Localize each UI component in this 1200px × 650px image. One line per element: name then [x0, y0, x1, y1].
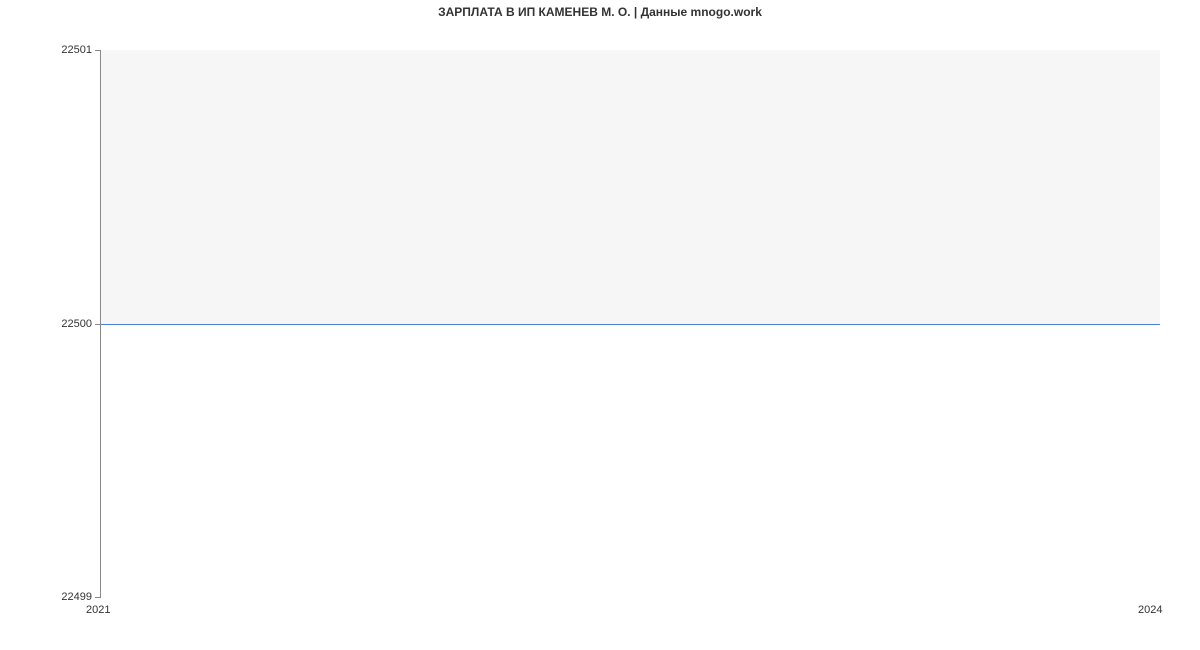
grid-band-lower: [101, 324, 1160, 598]
plot-area: [100, 50, 1160, 598]
x-axis-label: 2024: [1138, 604, 1162, 616]
y-tick: [95, 597, 100, 598]
chart-container: ЗАРПЛАТА В ИП КАМЕНЕВ М. О. | Данные mno…: [0, 0, 1200, 650]
grid-band-upper: [101, 50, 1160, 324]
y-axis-label: 22500: [61, 318, 92, 330]
y-axis-label: 22499: [61, 591, 92, 603]
chart-title: ЗАРПЛАТА В ИП КАМЕНЕВ М. О. | Данные mno…: [0, 0, 1200, 19]
y-tick: [95, 50, 100, 51]
x-axis-label: 2021: [86, 604, 110, 616]
y-tick: [95, 324, 100, 325]
data-line: [101, 324, 1160, 325]
y-axis-label: 22501: [61, 44, 92, 56]
